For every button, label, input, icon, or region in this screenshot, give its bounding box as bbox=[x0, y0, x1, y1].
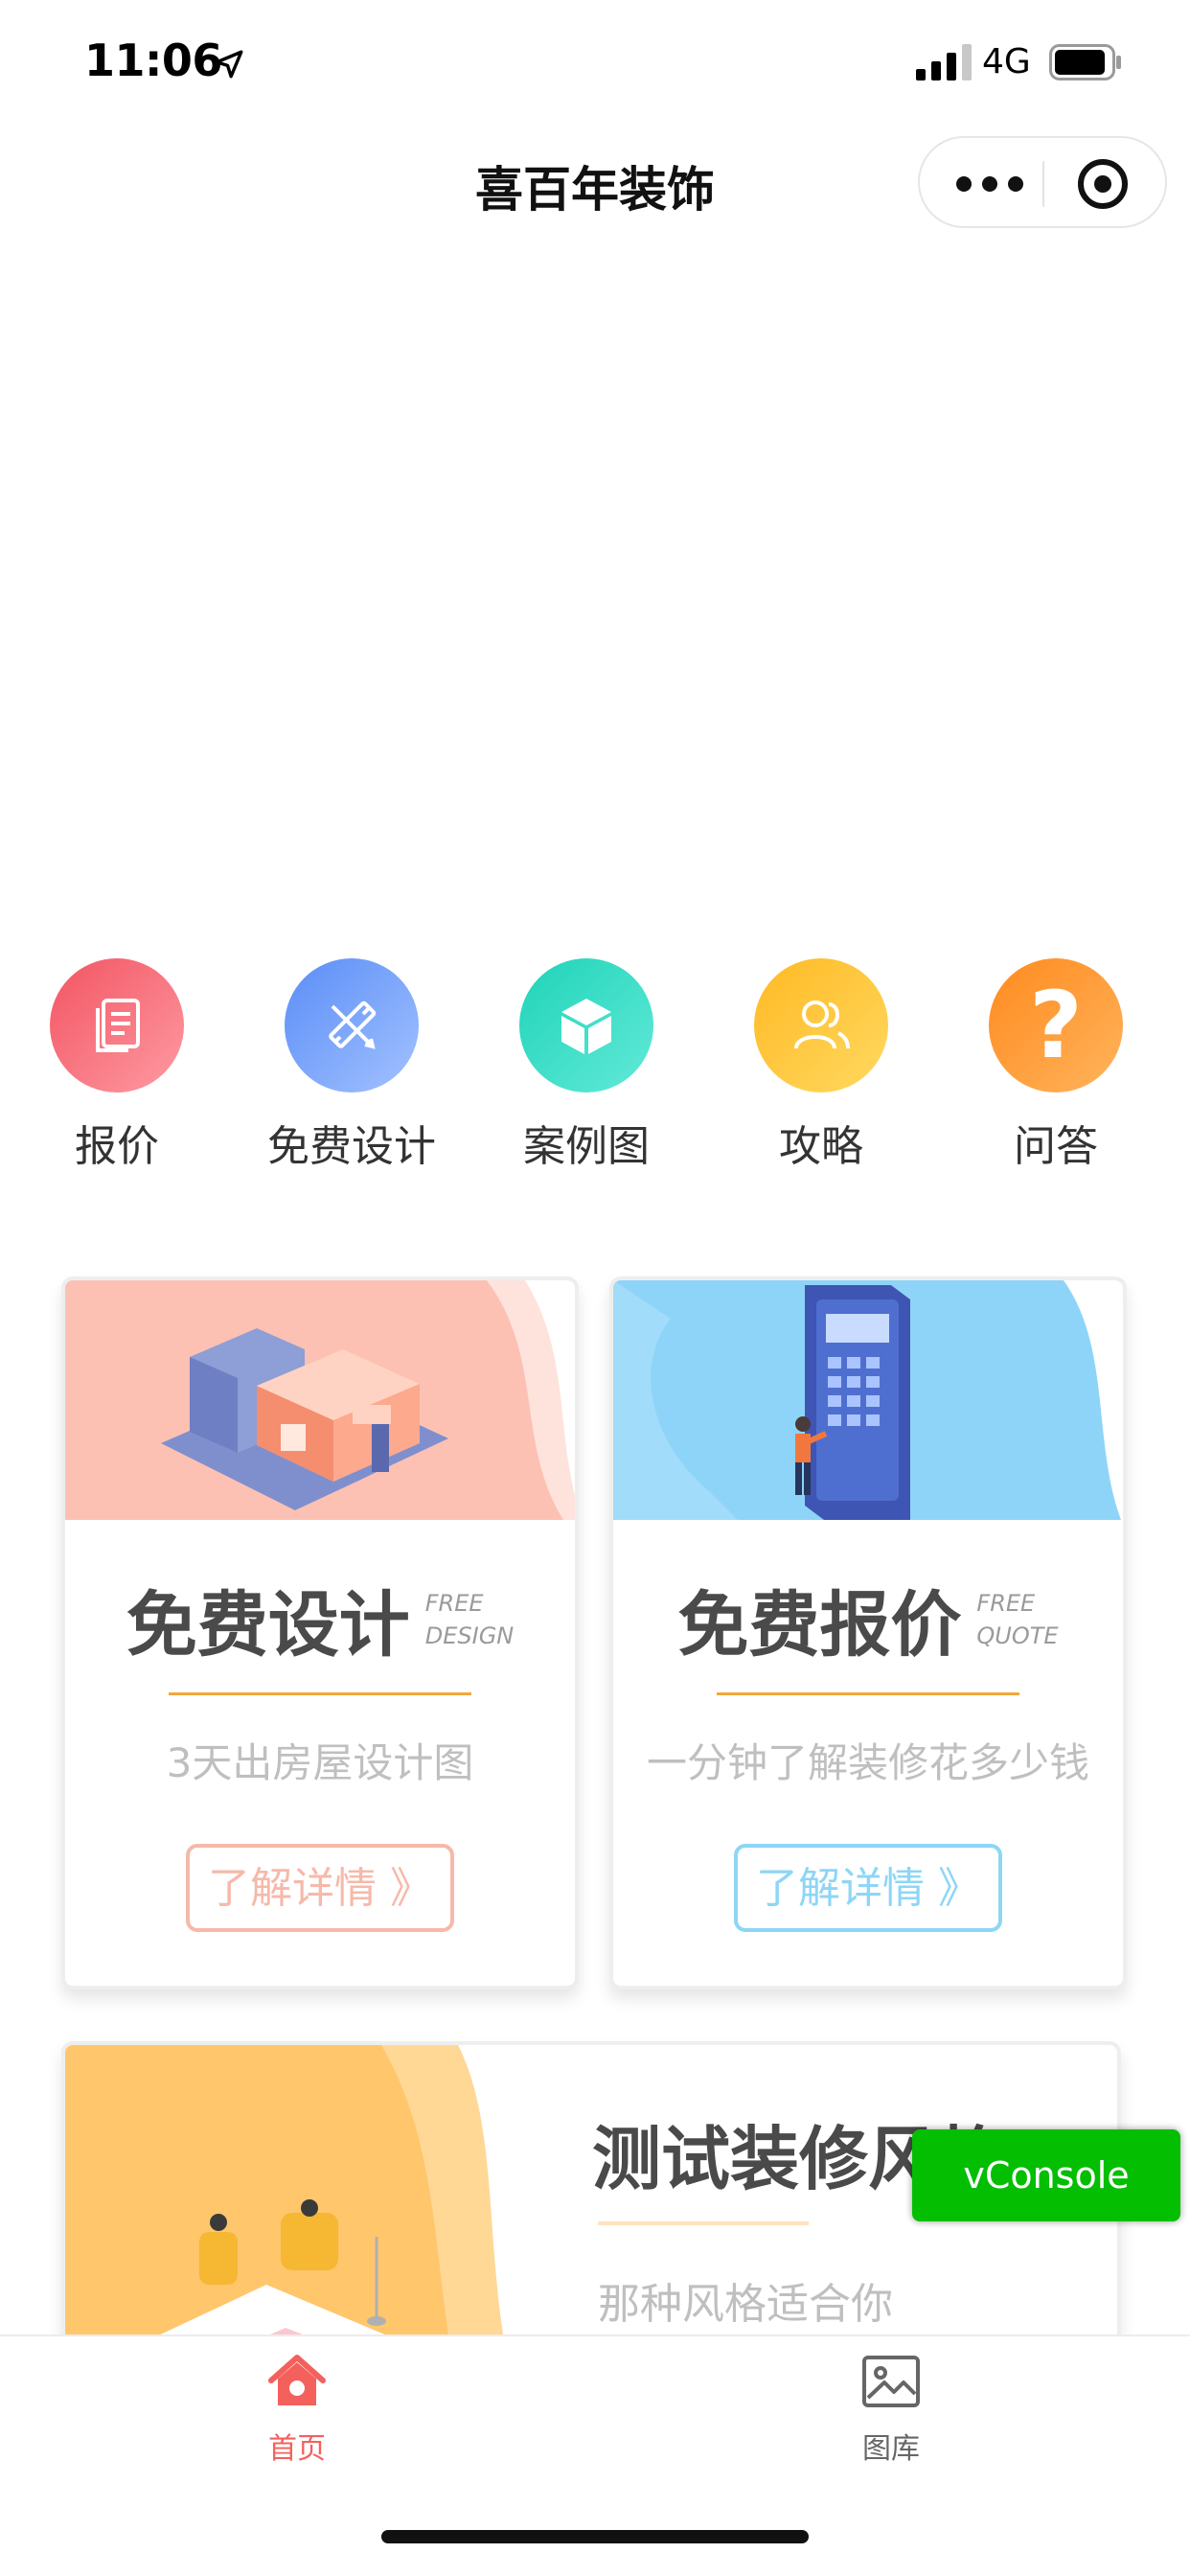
free-quote-title-text: 免费报价 bbox=[677, 1584, 962, 1667]
free-quote-divider bbox=[717, 1692, 1019, 1695]
free-design-subtitle: 3天出房屋设计图 bbox=[166, 1739, 474, 1786]
menu-label-quote: 报价 bbox=[75, 1122, 159, 1171]
app-screen: 11:06 4G 喜百年装饰 报价 免费设计 案例图 攻略 ? 问答 免费设计 … bbox=[0, 0, 1190, 2576]
menu-item-guide[interactable]: 攻略 bbox=[716, 958, 927, 1173]
battery-icon bbox=[1049, 44, 1121, 80]
free-design-en-line2: DESIGN bbox=[424, 1622, 515, 1649]
location-arrow-icon bbox=[215, 50, 243, 79]
status-bar: 11:06 4G bbox=[0, 0, 1190, 128]
free-quote-en: FREE QUOTE bbox=[976, 1587, 1058, 1652]
capsule-divider bbox=[1042, 161, 1044, 207]
cube-icon bbox=[519, 958, 653, 1092]
menu-label-qa: 问答 bbox=[1014, 1122, 1098, 1171]
free-design-en-line1: FREE bbox=[424, 1589, 484, 1617]
vconsole-button[interactable]: vConsole bbox=[912, 2129, 1180, 2221]
mini-program-capsule bbox=[918, 136, 1167, 228]
tab-gallery[interactable]: 图库 bbox=[795, 2350, 987, 2467]
gallery-icon bbox=[862, 2356, 920, 2407]
free-design-title-text: 免费设计 bbox=[126, 1584, 410, 1667]
free-design-en: FREE DESIGN bbox=[425, 1587, 515, 1652]
style-test-divider bbox=[598, 2221, 809, 2225]
style-test-subtitle: 那种风格适合你 bbox=[598, 2280, 893, 2329]
free-quote-card[interactable]: 免费报价 FREE QUOTE 一分钟了解装修花多少钱 了解详情 》 bbox=[609, 1276, 1127, 1990]
status-time: 11:06 bbox=[84, 34, 222, 86]
network-type: 4G bbox=[982, 42, 1031, 81]
menu-item-quote[interactable]: 报价 bbox=[11, 958, 222, 1173]
document-icon bbox=[50, 958, 184, 1092]
free-design-illustration bbox=[65, 1280, 575, 1520]
menu-label-free-design: 免费设计 bbox=[267, 1122, 436, 1171]
question-icon: ? bbox=[989, 958, 1123, 1092]
free-quote-subtitle: 一分钟了解装修花多少钱 bbox=[646, 1739, 1089, 1786]
menu-label-guide: 攻略 bbox=[779, 1122, 863, 1171]
tab-home[interactable]: 首页 bbox=[201, 2350, 393, 2467]
menu-item-qa[interactable]: ? 问答 bbox=[950, 958, 1161, 1173]
home-icon bbox=[268, 2355, 326, 2405]
quick-menu: 报价 免费设计 案例图 攻略 ? 问答 bbox=[0, 958, 1190, 1179]
menu-label-cases: 案例图 bbox=[523, 1122, 650, 1171]
tab-gallery-label: 图库 bbox=[862, 2432, 920, 2466]
home-indicator bbox=[381, 2530, 809, 2543]
free-design-details-button[interactable]: 了解详情 》 bbox=[186, 1844, 454, 1932]
users-icon bbox=[754, 958, 888, 1092]
signal-bars-icon bbox=[916, 44, 972, 80]
close-target-icon[interactable] bbox=[1078, 159, 1128, 209]
menu-item-cases[interactable]: 案例图 bbox=[481, 958, 692, 1173]
menu-item-free-design[interactable]: 免费设计 bbox=[246, 958, 457, 1173]
free-quote-en-line1: FREE bbox=[976, 1589, 1036, 1617]
ruler-pencil-icon bbox=[285, 958, 419, 1092]
free-quote-details-button[interactable]: 了解详情 》 bbox=[734, 1844, 1002, 1932]
free-design-card[interactable]: 免费设计 FREE DESIGN 3天出房屋设计图 了解详情 》 bbox=[61, 1276, 579, 1990]
free-quote-en-line2: QUOTE bbox=[976, 1622, 1059, 1649]
free-design-title: 免费设计 FREE DESIGN bbox=[65, 1568, 575, 1670]
free-design-divider bbox=[169, 1692, 471, 1695]
free-quote-title: 免费报价 FREE QUOTE bbox=[613, 1568, 1123, 1670]
more-dots-icon[interactable] bbox=[956, 167, 1023, 201]
tab-home-label: 首页 bbox=[268, 2432, 326, 2466]
free-quote-illustration bbox=[613, 1280, 1123, 1520]
